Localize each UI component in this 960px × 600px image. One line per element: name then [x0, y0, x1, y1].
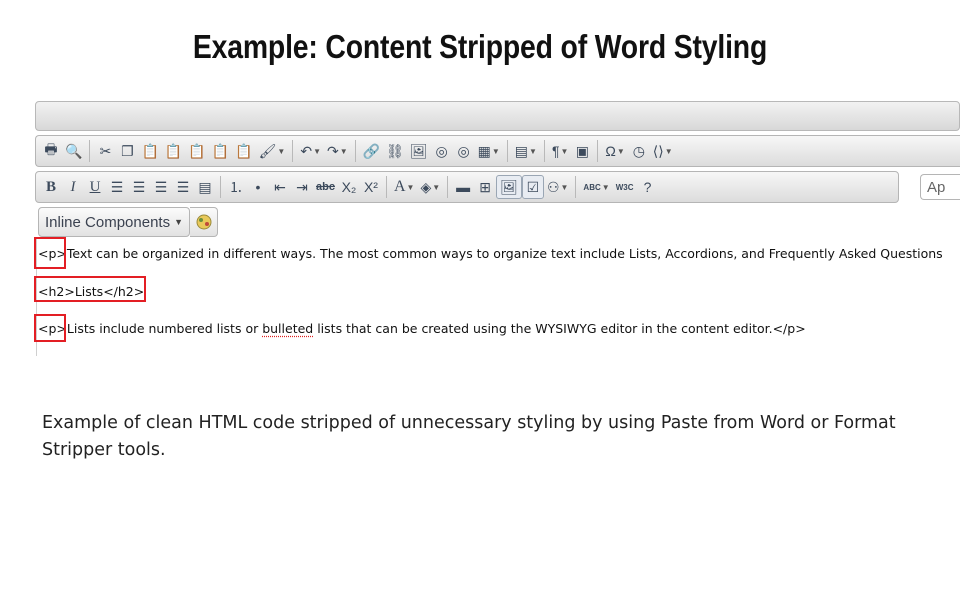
- toolbar-group-format: B I U ☰ ☰ ☰ ☰ ▤ ⒈ • ⇤ ⇥ abc X₂ X² A ▼ ◈ ▼ …: [35, 171, 899, 203]
- image-icon[interactable]: 🖼: [407, 139, 431, 163]
- paste-icon[interactable]: 📋: [138, 139, 161, 163]
- numbered-list-icon[interactable]: ⒈: [225, 175, 247, 199]
- find-icon[interactable]: 🔍: [62, 139, 85, 163]
- superscript-button[interactable]: X²: [360, 175, 382, 199]
- editor-toolbar-row-2: B I U ☰ ☰ ☰ ☰ ▤ ⒈ • ⇤ ⇥ abc X₂ X² A ▼ ◈ ▼ …: [35, 170, 960, 204]
- editor-toolbar-row-1: 🖶 🔍 ✂ ❐ 📋 📋 📋 📋 📋 🖌 ▼ ↶ ▼ ↷ ▼ 🔗 ⛓ 🖼 ◎ ◎ ▦ ▼ …: [35, 134, 960, 168]
- link-icon[interactable]: 🔗: [360, 139, 383, 163]
- horizontal-rule-icon[interactable]: ▬: [452, 175, 474, 199]
- template-icon[interactable]: ▣: [571, 139, 593, 163]
- align-left-icon[interactable]: ☰: [106, 175, 128, 199]
- inline-components-select[interactable]: Inline Components ▼: [38, 207, 190, 237]
- underline-button[interactable]: U: [84, 175, 106, 199]
- redo-icon[interactable]: ↷ ▼: [324, 139, 351, 163]
- editor-top-bar: [35, 101, 960, 131]
- toolbar-group-main: 🖶 🔍 ✂ ❐ 📋 📋 📋 📋 📋 🖌 ▼ ↶ ▼ ↷ ▼ 🔗 ⛓ 🖼 ◎ ◎ ▦ ▼ …: [35, 135, 960, 167]
- list-text-before: Lists include numbered lists or: [66, 321, 263, 336]
- table-tools-icon[interactable]: ▤ ▼: [512, 139, 540, 163]
- strikethrough-button[interactable]: abc: [313, 175, 338, 199]
- highlight-color-icon[interactable]: ◈ ▼: [417, 175, 443, 199]
- code-line-3[interactable]: <p>Lists include numbered lists or bulle…: [38, 321, 806, 336]
- paste-as-html-icon[interactable]: 📋: [232, 139, 255, 163]
- highlight-box-h2: [34, 276, 146, 302]
- align-justify-icon[interactable]: ☰: [172, 175, 194, 199]
- w3c-validator-button[interactable]: W3C: [613, 175, 637, 199]
- paragraph-icon[interactable]: ¶ ▼: [549, 139, 571, 163]
- align-right-icon[interactable]: ☰: [150, 175, 172, 199]
- special-character-icon[interactable]: Ω ▼: [602, 139, 627, 163]
- table-icon[interactable]: ▦ ▼: [475, 139, 503, 163]
- chevron-down-icon: ▼: [174, 217, 183, 227]
- unlink-icon[interactable]: ⛓: [383, 139, 407, 163]
- indent-icon[interactable]: ⇥: [291, 175, 313, 199]
- document-manager-icon[interactable]: ◎: [431, 139, 453, 163]
- paste-plain-text-icon[interactable]: 📋: [185, 139, 208, 163]
- select-all-icon[interactable]: ☑: [521, 175, 544, 199]
- highlight-box-p-tag-1: [34, 237, 66, 269]
- help-icon[interactable]: ?: [636, 175, 658, 199]
- image-properties-icon[interactable]: 🖼: [496, 175, 522, 199]
- insert-date-icon[interactable]: ◷: [628, 139, 650, 163]
- slide-caption: Example of clean HTML code stripped of u…: [42, 413, 896, 460]
- undo-icon[interactable]: ↶ ▼: [297, 139, 324, 163]
- styles-select[interactable]: Ap: [920, 174, 960, 200]
- inline-components-label: Inline Components: [45, 213, 171, 231]
- cut-icon[interactable]: ✂: [94, 139, 116, 163]
- list-text-after: lists that can be created using the WYSI…: [313, 321, 806, 336]
- remove-alignment-icon[interactable]: ▤: [194, 175, 216, 199]
- code-line-1[interactable]: <p>Text can be organized in different wa…: [38, 246, 943, 261]
- slide-title: Example: Content Stripped of Word Stylin…: [192, 28, 768, 65]
- component-insert-icon[interactable]: [190, 207, 218, 237]
- code-snippet-icon[interactable]: ⟨⟩ ▼: [650, 139, 676, 163]
- hierarchy-icon[interactable]: ⚇ ▼: [544, 175, 571, 199]
- text-color-button[interactable]: A ▼: [391, 175, 417, 199]
- paste-html-icon[interactable]: 📋: [209, 139, 232, 163]
- align-center-icon[interactable]: ☰: [128, 175, 150, 199]
- bulleted-list-icon[interactable]: •: [247, 175, 269, 199]
- italic-button[interactable]: I: [62, 175, 84, 199]
- subscript-button[interactable]: X₂: [338, 175, 360, 199]
- inline-components-row: Inline Components ▼: [38, 206, 218, 238]
- highlight-box-p-tag-2: [34, 314, 66, 342]
- bold-button[interactable]: B: [40, 175, 62, 199]
- spellcheck-label: ABC: [583, 182, 601, 192]
- text-color-label: A: [393, 178, 406, 195]
- misspelled-word: bulleted: [262, 321, 314, 336]
- show-blocks-icon[interactable]: ⊞: [474, 175, 496, 199]
- spellcheck-button[interactable]: ABC ▼: [580, 175, 612, 199]
- media-manager-icon[interactable]: ◎: [453, 139, 475, 163]
- outdent-icon[interactable]: ⇤: [269, 175, 291, 199]
- paste-from-word-icon[interactable]: 📋: [162, 139, 185, 163]
- paragraph-text: Text can be organized in different ways.…: [66, 246, 943, 261]
- copy-icon[interactable]: ❐: [116, 139, 138, 163]
- print-icon[interactable]: 🖶: [40, 139, 62, 163]
- format-stripper-icon[interactable]: 🖌 ▼: [256, 139, 289, 163]
